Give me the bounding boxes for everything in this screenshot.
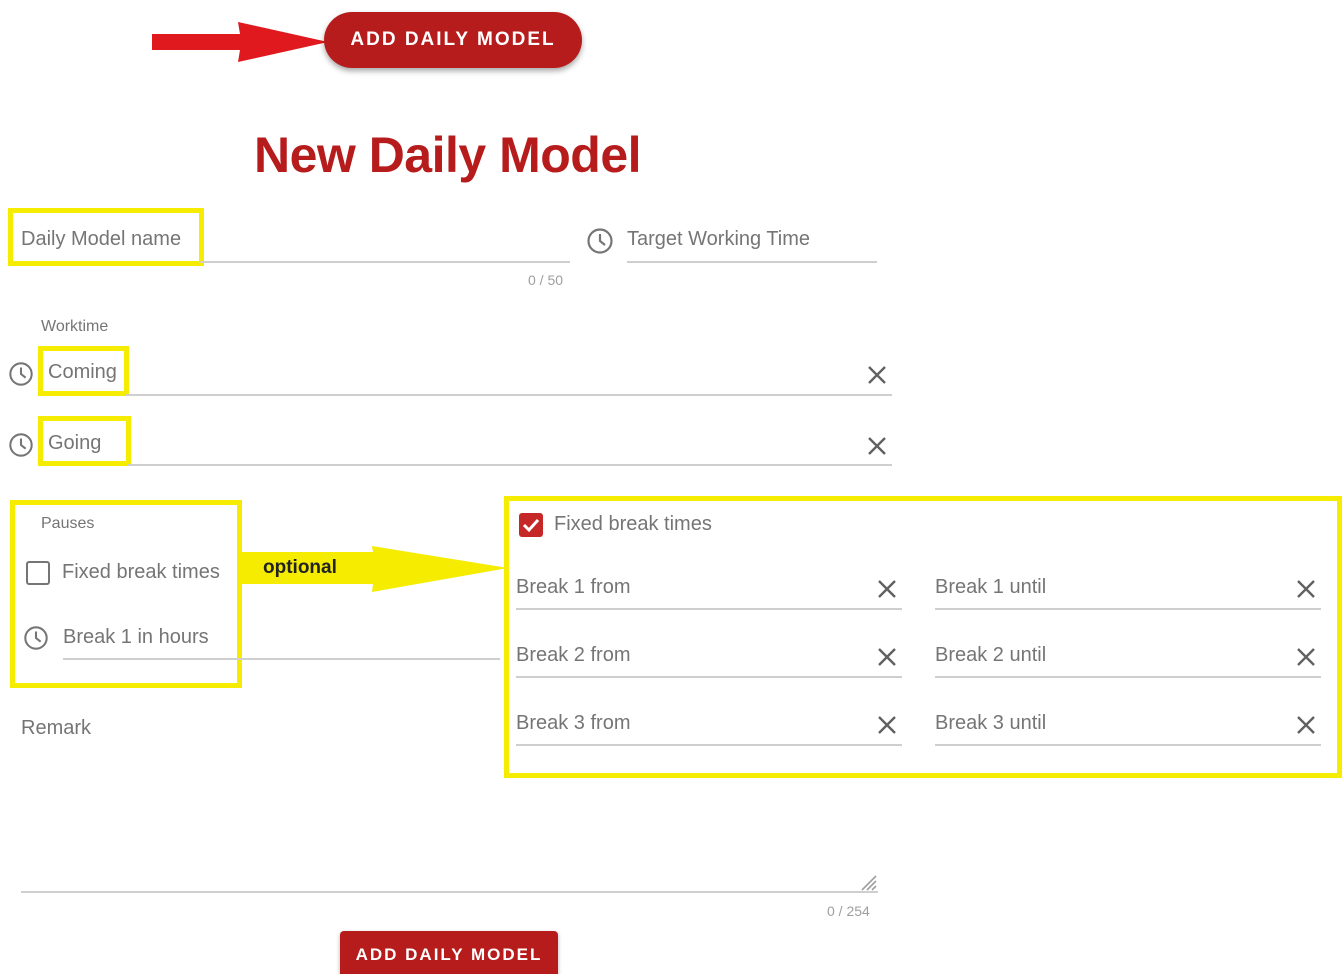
remark-counter: 0 / 254 xyxy=(827,903,870,919)
add-daily-model-top-button[interactable]: ADD DAILY MODEL xyxy=(324,12,582,68)
resize-handle-icon[interactable] xyxy=(858,872,878,892)
break-3-from-underline xyxy=(516,744,902,746)
break-2-from-input[interactable]: Break 2 from xyxy=(516,644,630,667)
pauses-label: Pauses xyxy=(41,515,95,532)
coming-underline xyxy=(125,394,892,396)
remark-underline xyxy=(21,891,878,893)
clock-icon xyxy=(9,433,33,457)
fixed-break-times-checkbox-checked[interactable] xyxy=(519,513,543,537)
break-2-until-input[interactable]: Break 2 until xyxy=(935,644,1046,667)
break-2-from-underline xyxy=(516,676,902,678)
daily-model-name-input[interactable]: Daily Model name xyxy=(21,228,181,251)
going-underline xyxy=(127,464,892,466)
clock-icon xyxy=(24,626,48,650)
break-1-from-underline xyxy=(516,608,902,610)
daily-model-name-counter: 0 / 50 xyxy=(528,272,564,288)
coming-time-input[interactable]: Coming xyxy=(48,361,117,384)
remark-textarea[interactable]: Remark xyxy=(21,717,91,740)
highlight-box-fixed-breaks xyxy=(504,496,1342,778)
break-1-until-input[interactable]: Break 1 until xyxy=(935,576,1046,599)
close-icon[interactable] xyxy=(1295,646,1317,668)
target-working-time-input[interactable]: Target Working Time xyxy=(627,228,810,251)
target-working-time-underline xyxy=(627,261,877,263)
close-icon[interactable] xyxy=(876,714,898,736)
fixed-break-times-panel-label: Fixed break times xyxy=(554,513,712,535)
red-arrow-right-icon xyxy=(152,22,328,62)
add-daily-model-bottom-button[interactable]: ADD DAILY MODEL xyxy=(340,931,558,974)
break-1-hours-input[interactable]: Break 1 in hours xyxy=(63,626,209,649)
going-time-input[interactable]: Going xyxy=(48,432,101,455)
break-1-until-underline xyxy=(935,608,1321,610)
daily-model-name-underline xyxy=(200,261,570,263)
break-3-until-underline xyxy=(935,744,1321,746)
close-icon[interactable] xyxy=(876,578,898,600)
break-1-hours-underline xyxy=(63,658,500,660)
check-icon xyxy=(522,518,540,533)
optional-label: optional xyxy=(263,557,337,578)
break-2-until-underline xyxy=(935,676,1321,678)
break-3-from-input[interactable]: Break 3 from xyxy=(516,712,630,735)
fixed-break-times-label: Fixed break times xyxy=(62,561,220,583)
worktime-label: Worktime xyxy=(41,318,109,335)
break-3-until-input[interactable]: Break 3 until xyxy=(935,712,1046,735)
break-1-from-input[interactable]: Break 1 from xyxy=(516,576,630,599)
close-icon[interactable] xyxy=(866,435,888,457)
close-icon[interactable] xyxy=(866,364,888,386)
close-icon[interactable] xyxy=(1295,578,1317,600)
close-icon[interactable] xyxy=(876,646,898,668)
clock-icon xyxy=(9,362,33,386)
close-icon[interactable] xyxy=(1295,714,1317,736)
clock-icon xyxy=(587,228,613,254)
page-title: New Daily Model xyxy=(254,127,642,183)
fixed-break-times-checkbox[interactable] xyxy=(26,561,50,585)
